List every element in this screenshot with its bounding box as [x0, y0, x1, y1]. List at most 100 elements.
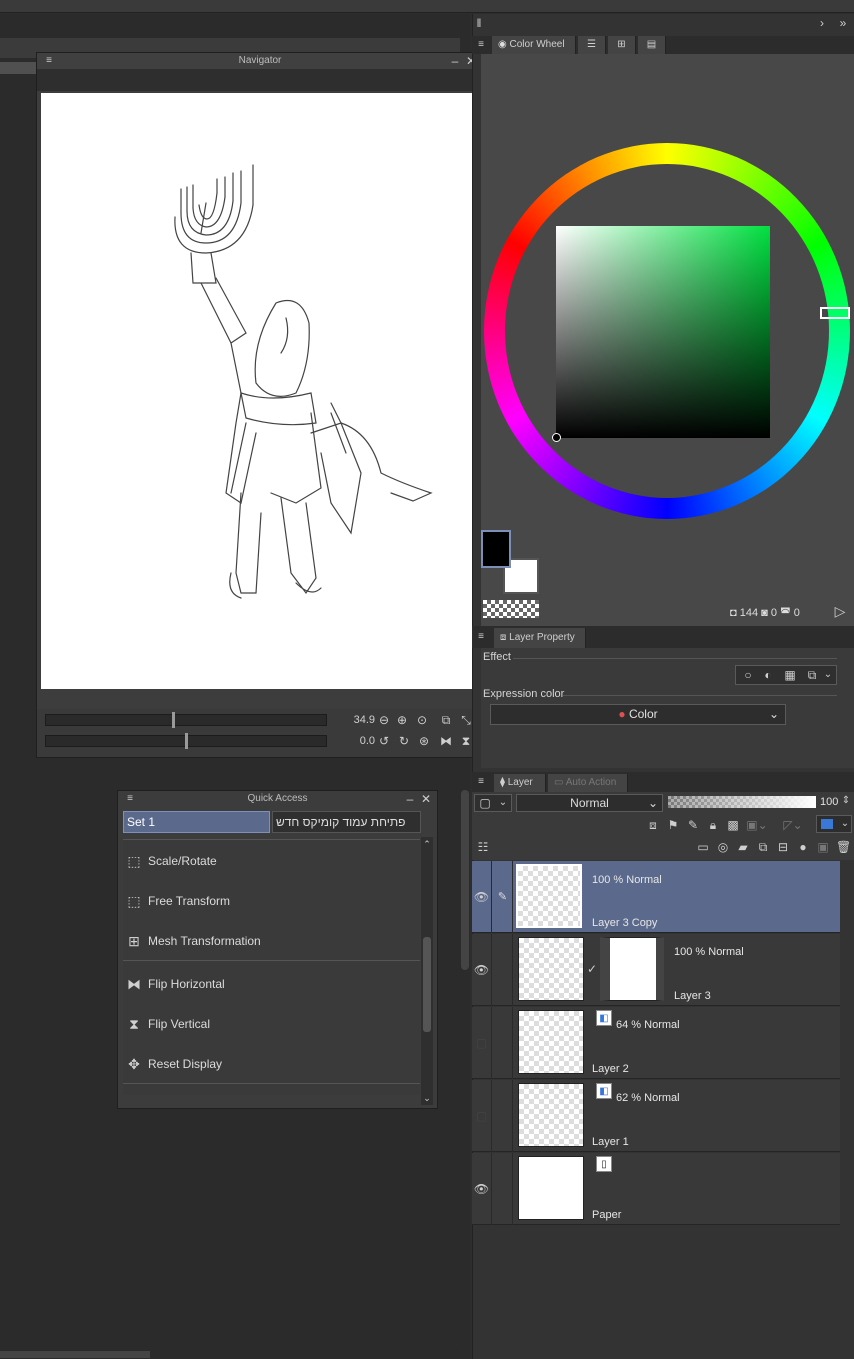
- list-item[interactable]: ⊞ Mesh Transformation: [123, 921, 420, 961]
- trash-icon[interactable]: 🗑︎: [836, 840, 851, 854]
- zoom-out-icon[interactable]: ⊖: [377, 713, 391, 727]
- list-item[interactable]: ✥ Reset Display: [123, 1044, 420, 1084]
- layer-color-icon[interactable]: ⧉: [804, 668, 820, 682]
- saturation-value-square[interactable]: [556, 226, 770, 438]
- mask-enable-icon[interactable]: ▣⌄: [746, 818, 768, 832]
- eye-icon[interactable]: 👁︎: [472, 934, 492, 1006]
- close-icon[interactable]: ✕: [420, 792, 432, 806]
- combine-icon[interactable]: ⊟: [776, 840, 790, 854]
- create-mask-icon[interactable]: ●: [796, 840, 810, 854]
- edit-toggle[interactable]: [493, 1153, 513, 1225]
- hue-knob[interactable]: [820, 307, 850, 319]
- lock-transparent-icon[interactable]: ▩: [726, 818, 740, 832]
- lock-icon[interactable]: 🔒︎: [706, 818, 720, 832]
- new-vector-layer-icon[interactable]: ◎: [716, 840, 730, 854]
- layer-row[interactable]: ▢ ◧ 62 % Normal Layer 1: [472, 1080, 840, 1152]
- eye-hidden-icon[interactable]: ▢: [472, 1080, 492, 1152]
- layer-color-dropdown[interactable]: ▢ ⌄: [474, 794, 512, 812]
- list-item[interactable]: ⧗ Flip Vertical: [123, 1004, 420, 1044]
- layer-name[interactable]: Paper: [592, 1209, 621, 1221]
- draft-layer-icon[interactable]: ✎: [686, 818, 700, 832]
- border-effect-icon[interactable]: ○: [740, 668, 756, 682]
- transfer-to-lower-icon[interactable]: ⧉: [756, 840, 770, 854]
- clip-icon[interactable]: ⧈: [646, 818, 660, 832]
- rotation-value[interactable]: 0.0: [329, 735, 375, 747]
- panel-menu-icon[interactable]: ≡: [476, 630, 486, 644]
- layer-row[interactable]: ▢ ◧ 64 % Normal Layer 2: [472, 1007, 840, 1079]
- set-tab-1[interactable]: Set 1: [123, 811, 270, 833]
- tab-layer-property[interactable]: ⧈ Layer Property: [494, 628, 586, 648]
- layer-row[interactable]: 👁︎ ✓ 100 % Normal Layer 3: [472, 934, 840, 1006]
- new-raster-layer-icon[interactable]: ▭: [696, 840, 710, 854]
- layer-row[interactable]: 👁︎ ✎ 100 % Normal Layer 3 Copy: [472, 861, 840, 933]
- zoom-slider-thumb[interactable]: [172, 712, 175, 728]
- main-color-swatch[interactable]: [481, 530, 511, 568]
- set-tab-2[interactable]: פתיחת עמוד קומיקס חדש: [272, 811, 421, 833]
- minimize-icon[interactable]: –: [449, 54, 461, 68]
- expression-color-select[interactable]: ● Color ⌄: [490, 704, 786, 725]
- quick-access-scroll-thumb[interactable]: [423, 937, 431, 1032]
- opacity-slider[interactable]: [668, 796, 816, 808]
- tone-icon[interactable]: ▦: [782, 668, 798, 682]
- transparent-color-swatch[interactable]: [483, 600, 539, 618]
- reset-rotation-icon[interactable]: ⊛: [417, 734, 431, 748]
- rotate-slider-thumb[interactable]: [185, 733, 188, 749]
- navigator-preview[interactable]: [41, 93, 477, 689]
- layer-color-swatch-select[interactable]: ⌄: [816, 815, 852, 833]
- opacity-stepper-icon[interactable]: ⇕: [840, 794, 852, 808]
- rotate-right-icon[interactable]: ↻: [397, 734, 411, 748]
- eye-icon[interactable]: 👁︎: [472, 1153, 492, 1225]
- list-item[interactable]: ⬚ Free Transform: [123, 881, 420, 921]
- tab-color-history[interactable]: ▤: [638, 36, 666, 54]
- actual-size-icon[interactable]: ⤡: [459, 713, 473, 727]
- layer-name[interactable]: Layer 2: [592, 1063, 629, 1075]
- flip-vertical-icon[interactable]: ⧗: [459, 734, 473, 748]
- layer-name[interactable]: Layer 3: [674, 990, 711, 1002]
- pencil-icon[interactable]: ✎: [493, 861, 513, 933]
- chevron-down-icon[interactable]: ⌄: [421, 1091, 433, 1105]
- tab-intermediate-color[interactable]: ⊞: [608, 36, 636, 54]
- panel-menu-icon[interactable]: ≡: [476, 775, 486, 789]
- zoom-slider[interactable]: [45, 714, 327, 726]
- layer-name[interactable]: Layer 3 Copy: [592, 917, 657, 929]
- eye-icon[interactable]: 👁︎: [472, 861, 492, 933]
- edit-toggle[interactable]: [493, 1007, 513, 1079]
- layer-mask-thumbnail[interactable]: [600, 937, 664, 1001]
- play-icon[interactable]: ▷: [832, 604, 848, 618]
- blend-mode-select[interactable]: Normal ⌄: [516, 794, 663, 812]
- fit-window-icon[interactable]: ⧉: [439, 713, 453, 727]
- layer-row[interactable]: 👁︎ ▯ Paper: [472, 1153, 840, 1225]
- collapse-dock-icon[interactable]: »: [836, 16, 850, 30]
- list-item[interactable]: ⬚ Scale/Rotate: [123, 841, 420, 881]
- zoom-in-icon[interactable]: ⊕: [395, 713, 409, 727]
- panel-menu-icon[interactable]: ≡: [476, 38, 486, 52]
- reference-layer-icon[interactable]: ⚑: [666, 818, 680, 832]
- ruler-icon[interactable]: ◸⌄: [782, 818, 804, 832]
- tab-color-wheel[interactable]: ◉ Color Wheel: [492, 36, 576, 54]
- layer-name[interactable]: Layer 1: [592, 1136, 629, 1148]
- edit-toggle[interactable]: [493, 1080, 513, 1152]
- apply-mask-icon[interactable]: ▣: [816, 840, 830, 854]
- opacity-value[interactable]: 100: [820, 796, 838, 808]
- panel-menu-icon[interactable]: ≡: [43, 54, 55, 68]
- new-folder-icon[interactable]: ▰: [736, 840, 750, 854]
- tab-auto-action[interactable]: ▭ Auto Action: [548, 774, 628, 792]
- extract-line-icon[interactable]: ◐: [760, 668, 776, 682]
- rotate-left-icon[interactable]: ↺: [377, 734, 391, 748]
- sv-knob[interactable]: [552, 433, 561, 442]
- chevron-down-icon[interactable]: ⌄: [822, 668, 834, 682]
- dock-grip-icon[interactable]: ‖: [474, 16, 484, 30]
- minimize-icon[interactable]: –: [404, 792, 416, 806]
- tab-layer[interactable]: ⧫ Layer: [494, 774, 546, 792]
- fit-icon[interactable]: ⊙: [415, 713, 429, 727]
- canvas-horizontal-scroll-thumb[interactable]: [0, 1351, 150, 1358]
- flip-horizontal-icon[interactable]: ⧓: [439, 734, 453, 748]
- eye-hidden-icon[interactable]: ▢: [472, 1007, 492, 1079]
- zoom-value[interactable]: 34.9: [329, 714, 375, 726]
- edit-toggle[interactable]: [493, 934, 513, 1006]
- expand-icon[interactable]: ›: [816, 16, 828, 30]
- canvas-vertical-scroll-thumb[interactable]: [461, 790, 469, 970]
- tab-color-set[interactable]: ☰: [578, 36, 606, 54]
- list-item[interactable]: ⧓ Flip Horizontal: [123, 964, 420, 1004]
- chevron-up-icon[interactable]: ⌃: [421, 837, 433, 851]
